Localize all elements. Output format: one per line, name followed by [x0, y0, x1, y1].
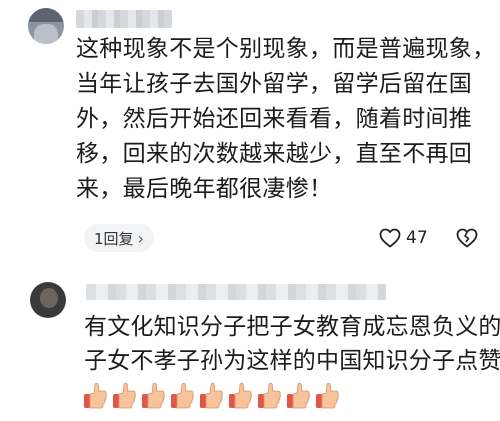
comment-thread: 这种现象不是个别现象，而是普遍现象， 当年让孩子去国外留学，留学后留在国 外，然…	[0, 0, 500, 421]
thumbs-up-row	[82, 380, 340, 410]
comment-line: 外，然后开始还回来看看，随着时间推	[76, 106, 473, 132]
comment-text: 有文化知识分子把子女教育成忘恩负义的 子女不孝子孙为这样的中国知识分子点赞	[84, 310, 500, 378]
like-count: 47	[406, 228, 428, 248]
view-replies-button[interactable]: 1回复 ›	[84, 224, 154, 252]
thumbs-up-icon	[227, 380, 253, 410]
avatar[interactable]	[28, 8, 64, 44]
thumbs-up-icon	[140, 380, 166, 410]
comment-line: 移，回来的次数越来越少，直至不再回	[76, 141, 473, 167]
broken-heart-icon[interactable]	[455, 226, 479, 250]
thumbs-up-icon	[198, 380, 224, 410]
thumbs-up-icon	[285, 380, 311, 410]
avatar[interactable]	[30, 282, 66, 318]
reply-count-label: 1回复	[94, 229, 134, 248]
heart-icon[interactable]	[378, 226, 402, 250]
comment-line: 当年让孩子去国外留学，留学后留在国	[76, 71, 473, 97]
username-blurred[interactable]	[76, 10, 172, 28]
thumbs-up-icon	[82, 380, 108, 410]
comment-text: 这种现象不是个别现象，而是普遍现象， 当年让孩子去国外留学，留学后留在国 外，然…	[76, 32, 496, 207]
thumbs-up-icon	[169, 380, 195, 410]
thumbs-up-icon	[111, 380, 137, 410]
thumbs-up-icon	[256, 380, 282, 410]
comment-line: 这种现象不是个别现象，而是普遍现象，	[76, 36, 496, 62]
username-blurred[interactable]	[86, 284, 386, 300]
comment-line: 有文化知识分子把子女教育成忘恩负义的	[84, 314, 500, 340]
comment-line: 来，最后晚年都很凄惨！	[76, 176, 333, 202]
thumbs-up-icon	[314, 380, 340, 410]
comment-line: 子女不孝子孙为这样的中国知识分子点赞	[84, 348, 500, 374]
chevron-right-icon: ›	[137, 228, 144, 248]
